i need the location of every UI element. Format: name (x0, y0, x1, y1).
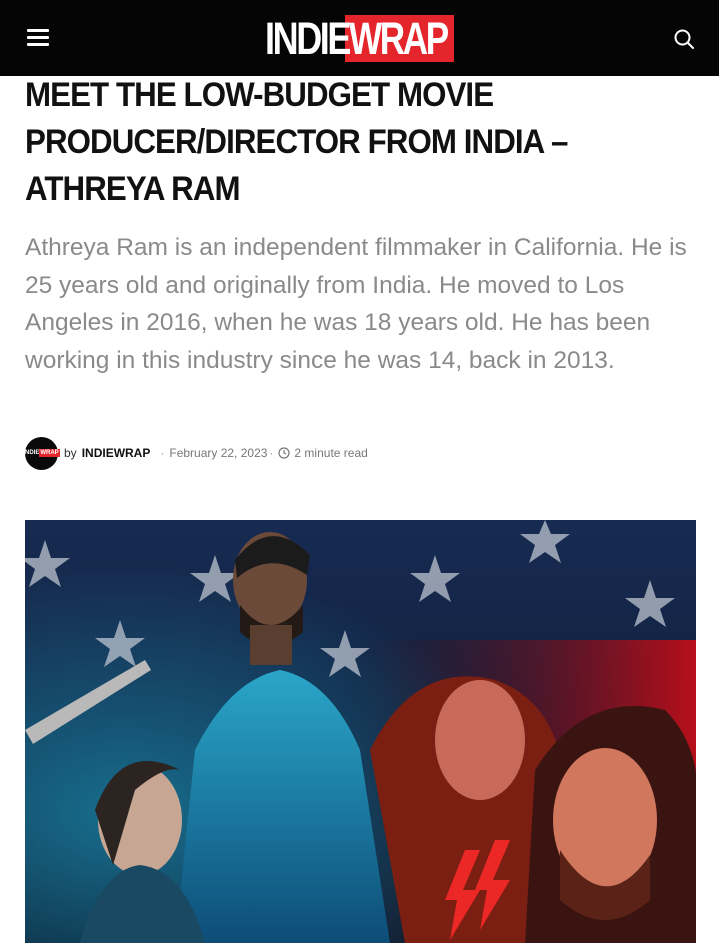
poster-illustration (25, 520, 696, 943)
author-avatar[interactable]: INDIE WRAP (23, 436, 60, 470)
meta-separator: · (160, 446, 165, 460)
hamburger-menu-icon[interactable] (27, 29, 49, 47)
featured-image[interactable] (25, 520, 696, 943)
avatar-logo-text-wrap: WRAP (39, 449, 60, 457)
avatar-logo-text-indie: INDIE (23, 450, 40, 456)
clock-icon (278, 447, 291, 459)
publish-date: February 22, 2023 (169, 446, 268, 460)
article-title: Meet the Low-Budget Movie Producer/Direc… (25, 76, 568, 208)
meta-separator: · (269, 446, 274, 460)
by-label: by (64, 446, 77, 460)
author-link[interactable]: INDIEWRAP (82, 446, 151, 460)
logo-text-indie: INDIE (265, 13, 351, 64)
logo-text-wrap: WRAP (345, 15, 454, 62)
read-time: 2 minute read (294, 446, 368, 460)
article-meta: INDIE WRAP by INDIEWRAP · February 22, 2… (23, 436, 368, 470)
search-icon[interactable] (672, 27, 696, 51)
site-header: INDIE WRAP (0, 0, 719, 76)
article-excerpt: Athreya Ram is an independent filmmaker … (25, 234, 687, 374)
site-logo[interactable]: INDIE WRAP (265, 15, 454, 62)
